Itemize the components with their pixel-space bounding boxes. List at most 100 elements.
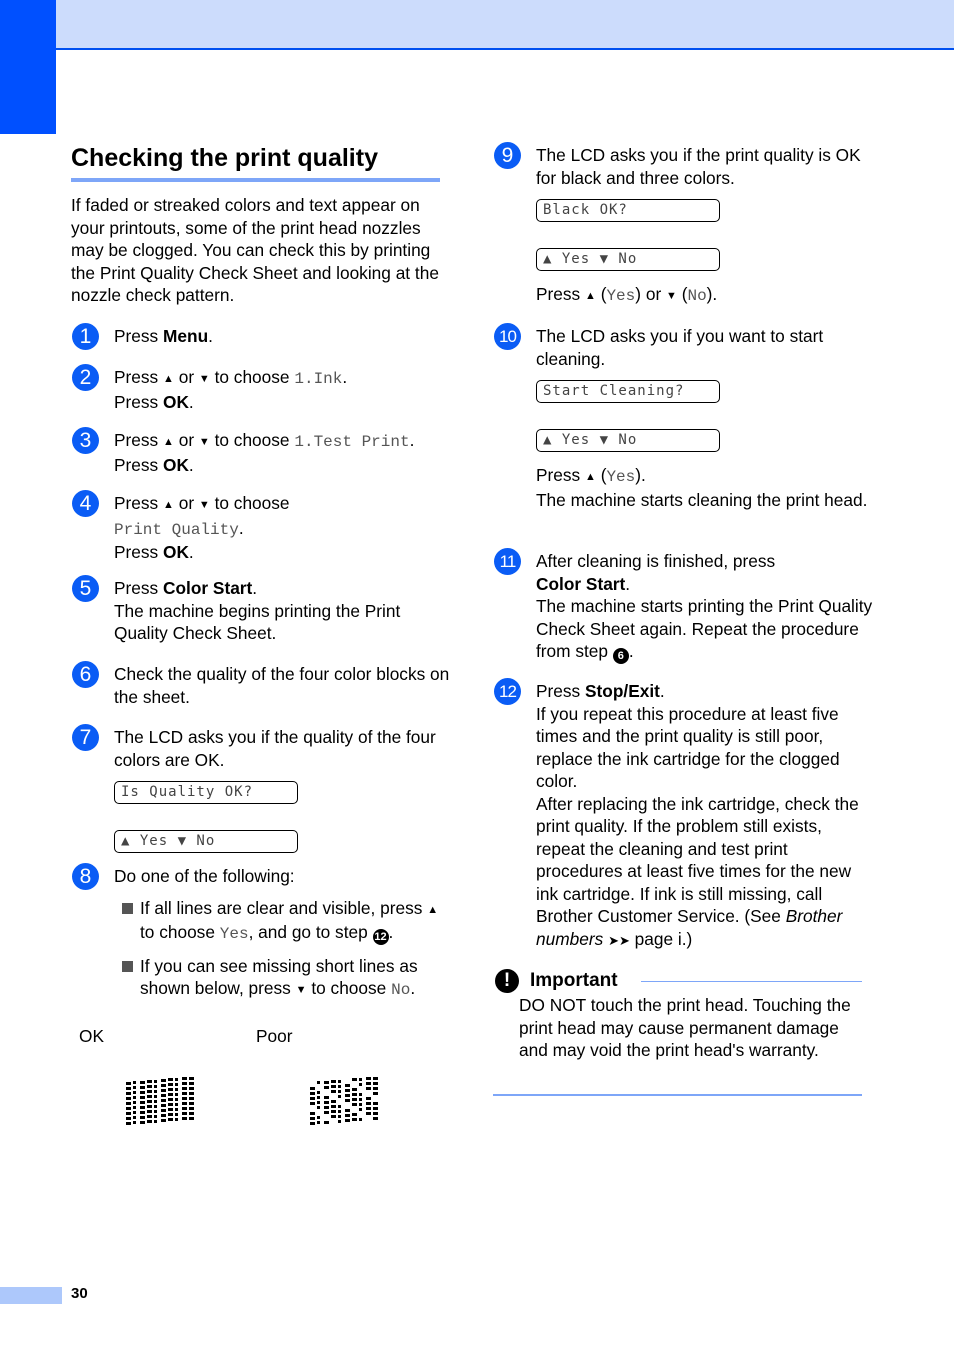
nozzle-dash xyxy=(310,1102,315,1105)
nozzle-dash xyxy=(147,1120,152,1124)
down-arrow-icon: ▼ xyxy=(198,499,210,511)
nozzle-pattern-ok xyxy=(126,1076,196,1125)
nozzle-dash xyxy=(126,1087,131,1090)
nozzle-dash xyxy=(324,1105,329,1109)
nozzle-dash xyxy=(175,1092,178,1096)
nozzle-dash xyxy=(338,1119,341,1123)
nozzle-dash xyxy=(317,1096,320,1100)
nozzle-dash xyxy=(154,1099,157,1103)
nozzle-dash xyxy=(366,1107,371,1111)
nozzle-dash xyxy=(373,1086,378,1090)
up-arrow-icon: ▲ xyxy=(427,903,439,916)
nozzle-dash xyxy=(352,1088,357,1092)
nozzle-dash xyxy=(133,1111,136,1115)
down-arrow-icon: ▼ xyxy=(666,290,677,302)
step-number-icon: 4 xyxy=(72,490,99,517)
nozzle-dash xyxy=(140,1110,145,1114)
nozzle-dash xyxy=(168,1093,173,1097)
nozzle-dash xyxy=(175,1102,178,1106)
nozzle-dash xyxy=(161,1094,166,1097)
step-9: 9 The LCD asks you if the print quality … xyxy=(494,142,874,308)
nozzle-dash xyxy=(133,1086,136,1090)
nozzle-dash xyxy=(338,1084,341,1088)
important-body: DO NOT touch the print head. Touching th… xyxy=(519,995,851,1060)
nozzle-dash xyxy=(366,1102,371,1106)
nozzle-dash xyxy=(126,1107,131,1110)
step-number-icon: 11 xyxy=(494,548,521,575)
nozzle-dash xyxy=(140,1100,145,1104)
step-1: 1 Press Menu. xyxy=(72,323,452,350)
lcd-display-yes-no: ▲ Yes ▼ No xyxy=(536,248,720,271)
nozzle-dash xyxy=(359,1092,362,1096)
double-arrow-icon: ➤➤ xyxy=(608,932,630,948)
nozzle-dash xyxy=(317,1106,320,1110)
nozzle-dash xyxy=(182,1107,187,1111)
nozzle-dash xyxy=(310,1087,315,1090)
up-arrow-icon: ▲ xyxy=(163,436,174,448)
nozzle-dash xyxy=(317,1101,320,1105)
step-number-icon: 5 xyxy=(72,575,99,602)
nozzle-dash xyxy=(331,1100,336,1104)
nozzle-dash xyxy=(161,1079,166,1082)
nozzle-dash xyxy=(324,1095,329,1099)
nozzle-dash xyxy=(345,1119,350,1122)
nozzle-dash xyxy=(359,1082,362,1086)
header-band xyxy=(56,0,954,48)
nozzle-dash xyxy=(338,1109,341,1113)
nozzle-dash xyxy=(154,1114,157,1118)
lcd-display: Start Cleaning? xyxy=(536,380,720,403)
step-8: 8 Do one of the following: If all lines … xyxy=(72,863,452,1002)
nozzle-dash xyxy=(147,1085,152,1089)
nozzle-dash xyxy=(189,1116,194,1120)
header-rule xyxy=(56,48,954,50)
nozzle-dash xyxy=(331,1080,336,1084)
nozzle-dash xyxy=(126,1082,131,1085)
nozzle-dash xyxy=(338,1089,341,1093)
lcd-display: Is Quality OK? xyxy=(114,781,298,804)
nozzle-dash xyxy=(366,1082,371,1086)
nozzle-dash xyxy=(310,1122,315,1125)
step-2: 2 Press ▲ or ▼ to choose 1.Ink. Press OK… xyxy=(72,364,452,413)
step-number-icon: 9 xyxy=(494,142,521,169)
nozzle-dash xyxy=(359,1117,362,1121)
lcd-display-yes-no: ▲ Yes ▼ No xyxy=(114,830,298,853)
nozzle-dash xyxy=(175,1087,178,1091)
nozzle-dash xyxy=(310,1112,315,1115)
nozzle-dash xyxy=(324,1080,329,1084)
important-rule xyxy=(641,981,862,982)
nozzle-dash xyxy=(345,1099,350,1102)
step-number-icon: 10 xyxy=(494,323,521,350)
nozzle-dash xyxy=(345,1114,350,1117)
nozzle-dash xyxy=(331,1110,336,1114)
nozzle-dash xyxy=(331,1115,336,1119)
nozzle-dash xyxy=(352,1103,357,1107)
nozzle-dash xyxy=(352,1113,357,1117)
nozzle-dash xyxy=(359,1097,362,1101)
lcd-display: Black OK? xyxy=(536,199,720,222)
nozzle-dash xyxy=(182,1077,187,1081)
title-underline xyxy=(71,178,440,182)
nozzle-dash xyxy=(147,1110,152,1114)
nozzle-dash xyxy=(168,1118,173,1122)
nozzle-dash xyxy=(331,1105,336,1109)
up-arrow-icon: ▲ xyxy=(163,373,174,385)
nozzle-dash xyxy=(126,1092,131,1095)
nozzle-dash xyxy=(345,1094,350,1097)
down-arrow-icon: ▼ xyxy=(198,373,210,385)
nozzle-dash xyxy=(175,1117,178,1121)
nozzle-dash xyxy=(147,1095,152,1099)
nozzle-dash xyxy=(154,1119,157,1123)
nozzle-dash xyxy=(133,1081,136,1085)
menu-option: Print Quality xyxy=(114,520,239,539)
nozzle-dash xyxy=(317,1091,320,1095)
nozzle-dash xyxy=(189,1081,194,1085)
nozzle-dash xyxy=(345,1084,350,1087)
nozzle-dash xyxy=(331,1090,336,1094)
nozzle-dash xyxy=(373,1101,378,1105)
nozzle-dash xyxy=(182,1087,187,1091)
down-arrow-icon: ▼ xyxy=(295,984,307,996)
nozzle-dash xyxy=(189,1091,194,1095)
nozzle-dash xyxy=(161,1089,166,1092)
nozzle-dash xyxy=(133,1106,136,1110)
nozzle-dash xyxy=(359,1102,362,1106)
